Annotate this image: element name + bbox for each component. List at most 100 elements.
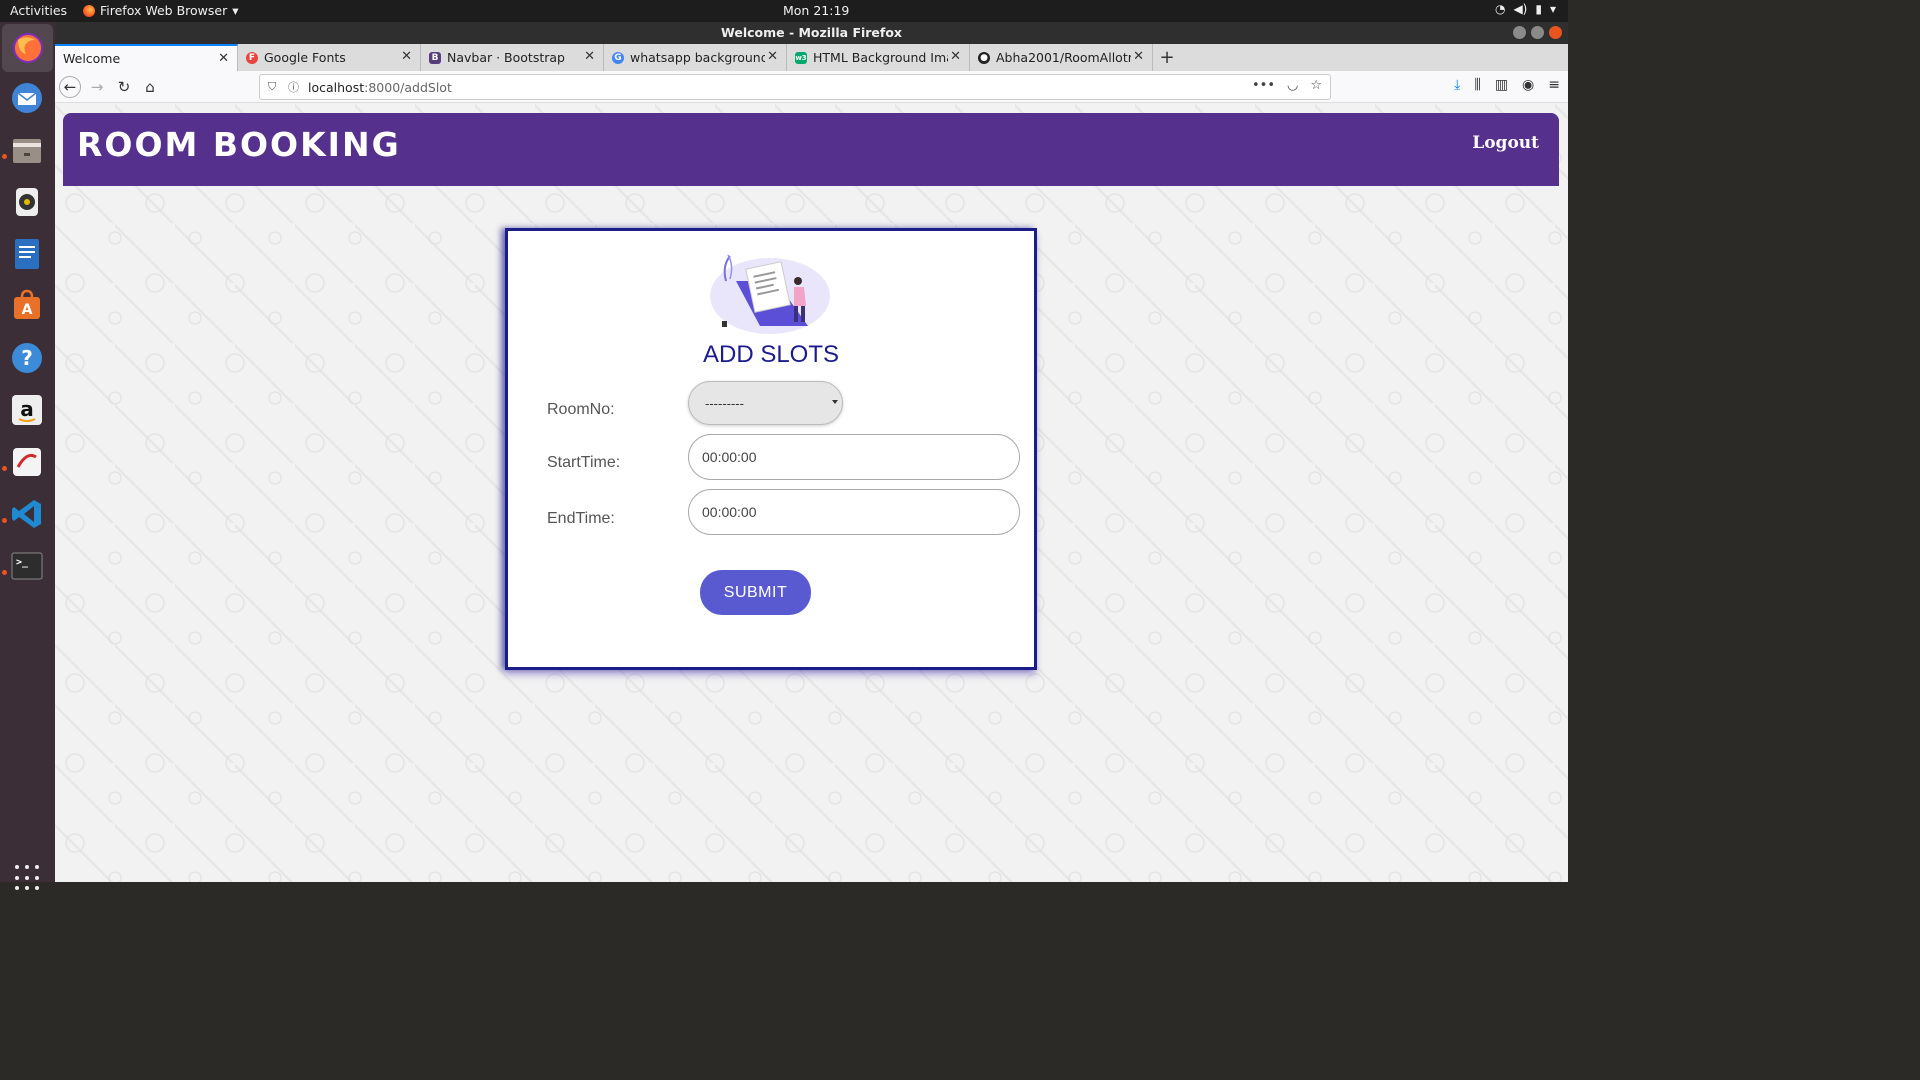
navigation-toolbar: ← → ↻ ⌂ ⛉ ⓘ localhost :8000/addSlot ••• … (55, 71, 1568, 103)
tab-label: Abha2001/RoomAllotme (996, 50, 1131, 65)
shield-icon[interactable]: ⛉ (268, 80, 280, 94)
back-button[interactable]: ← (59, 76, 81, 98)
tab-google-fonts[interactable]: F Google Fonts ✕ (238, 44, 421, 71)
chevron-down-icon (832, 400, 838, 404)
dock-writer[interactable] (7, 234, 47, 274)
app-brand-title[interactable]: ROOM BOOKING (77, 125, 401, 164)
reload-icon: ↻ (117, 78, 131, 96)
dock-rhythmbox[interactable] (7, 182, 47, 222)
running-indicator (2, 154, 7, 159)
chevron-down-icon: ▾ (1549, 2, 1556, 16)
svg-text:?: ? (21, 346, 33, 370)
app-navbar: ROOM BOOKING Logout (63, 113, 1559, 186)
window-title: Welcome - Mozilla Firefox (721, 25, 902, 40)
close-icon[interactable]: ✕ (767, 49, 778, 64)
tab-label: Google Fonts (264, 50, 346, 65)
google-icon: G (612, 51, 624, 64)
dock-terminal[interactable]: >_ (7, 546, 47, 586)
tab-navbar-bootstrap[interactable]: B Navbar · Bootstrap ✕ (421, 44, 604, 71)
start-time-label: StartTime: (547, 454, 621, 471)
pocket-icon[interactable]: ◡ (1287, 78, 1298, 93)
tab-bar: Welcome ✕ F Google Fonts ✕ B Navbar · Bo… (55, 44, 1568, 71)
info-icon[interactable]: ⓘ (288, 79, 302, 95)
app-menu-label: Firefox Web Browser (100, 3, 228, 18)
library-icon[interactable]: ⫼ (1474, 77, 1480, 93)
maximize-button[interactable] (1531, 26, 1544, 39)
clock[interactable]: Mon 21:19 (783, 3, 849, 18)
libreoffice-writer-icon (15, 239, 39, 269)
tab-html-background-image[interactable]: w3 HTML Background Image ✕ (787, 44, 970, 71)
forward-button[interactable]: → (86, 76, 108, 98)
add-slots-card: ADD SLOTS RoomNo: --------- StartTime: 0… (505, 228, 1037, 670)
dock-vscode[interactable] (7, 494, 47, 534)
close-icon[interactable]: ✕ (218, 51, 229, 66)
thunderbird-icon (12, 83, 42, 113)
end-time-input[interactable]: 00:00:00 (688, 489, 1020, 535)
dock-amazon[interactable]: a (7, 390, 47, 430)
page-actions-icon[interactable]: ••• (1252, 78, 1275, 93)
svg-text:a: a (20, 397, 34, 421)
github-icon: ● (978, 51, 990, 64)
terminal-icon: >_ (11, 552, 43, 580)
start-time-input[interactable]: 00:00:00 (688, 434, 1020, 480)
battery-icon: ▮ (1535, 2, 1542, 16)
rhythmbox-icon (16, 188, 38, 216)
close-icon[interactable]: ✕ (401, 49, 412, 64)
close-icon[interactable]: ✕ (584, 49, 595, 64)
dock-files[interactable] (7, 130, 47, 170)
arrow-left-icon: ← (63, 78, 77, 96)
reload-button[interactable]: ↻ (113, 76, 135, 98)
text-editor-icon (13, 448, 41, 476)
close-icon[interactable]: ✕ (1133, 49, 1144, 64)
firefox-icon (12, 33, 43, 63)
vscode-icon (12, 500, 41, 528)
system-tray[interactable]: ◔ ◀) ▮ ▾ (1495, 2, 1556, 16)
bootstrap-icon: B (429, 51, 441, 64)
url-path: :8000/addSlot (364, 79, 452, 95)
app-menu[interactable]: Firefox Web Browser ▾ (83, 3, 239, 18)
page-content: ROOM BOOKING Logout ADD SLOTS RoomNo: --… (55, 103, 1568, 882)
dock-firefox[interactable] (2, 24, 53, 72)
sidebar-icon[interactable]: ▥ (1495, 77, 1508, 93)
minimize-button[interactable] (1513, 26, 1526, 39)
dock: A ? a >_ (0, 22, 55, 891)
dock-text-editor[interactable] (7, 442, 47, 482)
downloads-icon[interactable]: ⤓ (1454, 77, 1460, 93)
tab-label: HTML Background Image (813, 50, 948, 65)
url-bar[interactable]: ⛉ ⓘ localhost :8000/addSlot ••• ◡ ☆ (259, 74, 1331, 100)
tab-label: whatsapp background - G (630, 50, 765, 65)
amazon-icon: a (12, 395, 42, 425)
tab-whatsapp-background[interactable]: G whatsapp background - G ✕ (604, 44, 787, 71)
activities-button[interactable]: Activities (10, 3, 67, 18)
chevron-down-icon: ▾ (232, 3, 239, 18)
submit-button[interactable]: SUBMIT (700, 570, 811, 615)
browser-window: Welcome - Mozilla Firefox Welcome ✕ F Go… (55, 22, 1568, 882)
dock-software[interactable]: A (7, 286, 47, 326)
files-icon (13, 139, 41, 163)
hamburger-menu-icon[interactable]: ≡ (1548, 77, 1560, 93)
room-label: RoomNo: (547, 401, 615, 418)
svg-text:>_: >_ (16, 557, 29, 568)
running-indicator (2, 466, 7, 471)
close-icon[interactable]: ✕ (950, 49, 961, 64)
google-fonts-icon: F (246, 51, 258, 64)
account-icon[interactable]: ◉ (1522, 77, 1534, 93)
url-host: localhost (308, 79, 365, 95)
logout-link[interactable]: Logout (1472, 133, 1539, 153)
new-tab-button[interactable]: + (1153, 44, 1181, 71)
software-center-icon: A (14, 289, 40, 319)
show-applications-icon[interactable] (15, 865, 41, 891)
tab-label: Navbar · Bootstrap (447, 50, 565, 65)
w3schools-icon: w3 (795, 51, 807, 64)
close-window-button[interactable] (1549, 26, 1562, 39)
network-icon: ◔ (1494, 2, 1506, 16)
dock-thunderbird[interactable] (7, 78, 47, 118)
tab-github-repo[interactable]: ● Abha2001/RoomAllotme ✕ (970, 44, 1153, 71)
tab-welcome[interactable]: Welcome ✕ (55, 44, 238, 71)
window-titlebar: Welcome - Mozilla Firefox (55, 22, 1568, 44)
end-time-label: EndTime: (547, 510, 615, 527)
home-button[interactable]: ⌂ (139, 76, 161, 98)
room-select[interactable]: --------- (688, 381, 843, 425)
bookmark-star-icon[interactable]: ☆ (1310, 78, 1322, 93)
dock-help[interactable]: ? (7, 338, 47, 378)
